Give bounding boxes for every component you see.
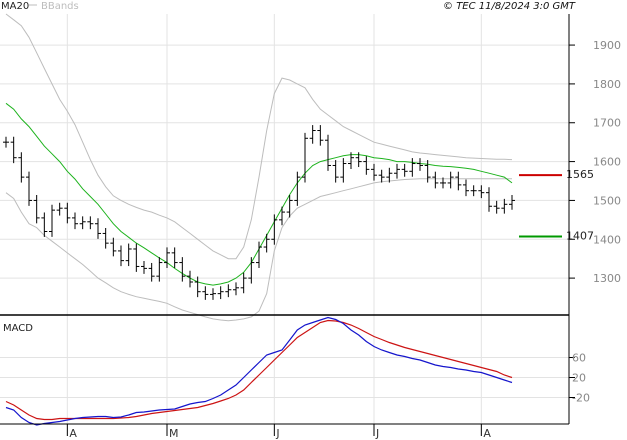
macd-axis-ticks: 60 20 -20 [569, 352, 590, 405]
price-bar [3, 136, 9, 148]
macd-line [5, 316, 513, 426]
price-bar [49, 204, 55, 237]
price-bar [240, 272, 247, 294]
time-axis-tick-label-2: J [275, 427, 279, 440]
price-bar [509, 194, 515, 210]
price-bar [33, 194, 40, 224]
resistance-label: 1565 [566, 168, 594, 181]
price-bar [118, 245, 124, 267]
price-axis-tick-label-1900: 1900 [593, 39, 621, 52]
price-bar [493, 200, 500, 214]
price-bar [279, 206, 285, 226]
time-axis-ticks: AMJJA [66, 424, 491, 440]
price-bar [56, 202, 63, 216]
price-bar [447, 171, 454, 189]
price-bar [325, 134, 331, 171]
price-bar [401, 163, 408, 177]
price-bar [10, 136, 17, 164]
macd-gridlines [0, 357, 569, 398]
macd-axis-tick-label-1: 20 [572, 372, 586, 385]
price-bar [248, 257, 255, 284]
price-axis-tick-label-1800: 1800 [593, 78, 621, 91]
price-bar [378, 169, 385, 183]
price-bar [317, 125, 324, 146]
price-axis-tick-label-1600: 1600 [593, 156, 621, 169]
price-bar [102, 228, 109, 249]
bbands-upper-line [5, 13, 513, 260]
price-bar [64, 202, 71, 224]
price-bar [263, 233, 270, 253]
price-bar [332, 160, 339, 183]
price-bar [110, 237, 117, 257]
stock-chart: 1565 1407 1300 1400 1500 1600 1700 1800 1900 60… [0, 1, 621, 440]
price-bar [148, 262, 155, 282]
price-bar [210, 288, 216, 300]
price-bar [233, 282, 239, 296]
bbands-legend-label: BBands [41, 1, 79, 12]
price-bar [417, 158, 423, 171]
price-bar [87, 216, 94, 230]
price-bar [18, 152, 25, 183]
support-label: 1407 [566, 230, 594, 243]
price-bar [309, 125, 316, 144]
price-bars [3, 125, 515, 300]
price-bar [79, 216, 86, 230]
price-axis-tick-label-1300: 1300 [593, 272, 621, 285]
price-bar [125, 243, 132, 267]
price-bar [432, 171, 439, 189]
price-bar [225, 284, 232, 298]
macd-axis-tick-label-0: 60 [572, 352, 586, 365]
price-bar [141, 261, 147, 274]
price-axis-ticks: 1300 1400 1500 1600 1700 1800 1900 [569, 39, 621, 285]
price-bar [455, 171, 462, 191]
macd-lines [5, 316, 513, 426]
price-bar [217, 286, 224, 300]
price-bar [409, 158, 416, 177]
price-bar [363, 156, 370, 175]
price-bar [478, 185, 485, 199]
macd-axis-tick-label-2: -20 [572, 392, 590, 405]
price-bar [72, 212, 78, 230]
price-bar [95, 218, 101, 239]
price-axis-tick-label-1700: 1700 [593, 117, 621, 130]
price-bar [463, 179, 469, 197]
ma20-legend-label: MA20 [1, 1, 29, 12]
price-bar [470, 185, 477, 197]
time-axis-tick-label-1: M [169, 427, 179, 440]
price-gridlines [0, 14, 569, 424]
price-bar [133, 243, 140, 272]
time-axis-tick-label-0: A [69, 427, 77, 440]
price-axis-tick-label-1500: 1500 [593, 194, 621, 207]
price-bar [486, 187, 492, 212]
time-axis-tick-label-3: J [375, 427, 379, 440]
price-axis-tick-label-1400: 1400 [593, 233, 621, 246]
price-bar [171, 247, 178, 269]
price-bar [371, 163, 377, 181]
price-bar [501, 198, 508, 214]
price-bar [194, 276, 201, 298]
macd-panel-label: MACD [3, 323, 33, 334]
macd-signal-line [5, 319, 513, 421]
price-bar [164, 247, 170, 269]
price-bar [394, 163, 400, 179]
time-axis-tick-label-4: A [483, 427, 491, 440]
price-bar [202, 286, 209, 300]
copyright-label: © TEC 11/8/2024 3:0 GMT [443, 1, 576, 12]
bollinger-bands [5, 13, 513, 322]
support-resistance-levels: 1565 1407 [519, 168, 594, 243]
